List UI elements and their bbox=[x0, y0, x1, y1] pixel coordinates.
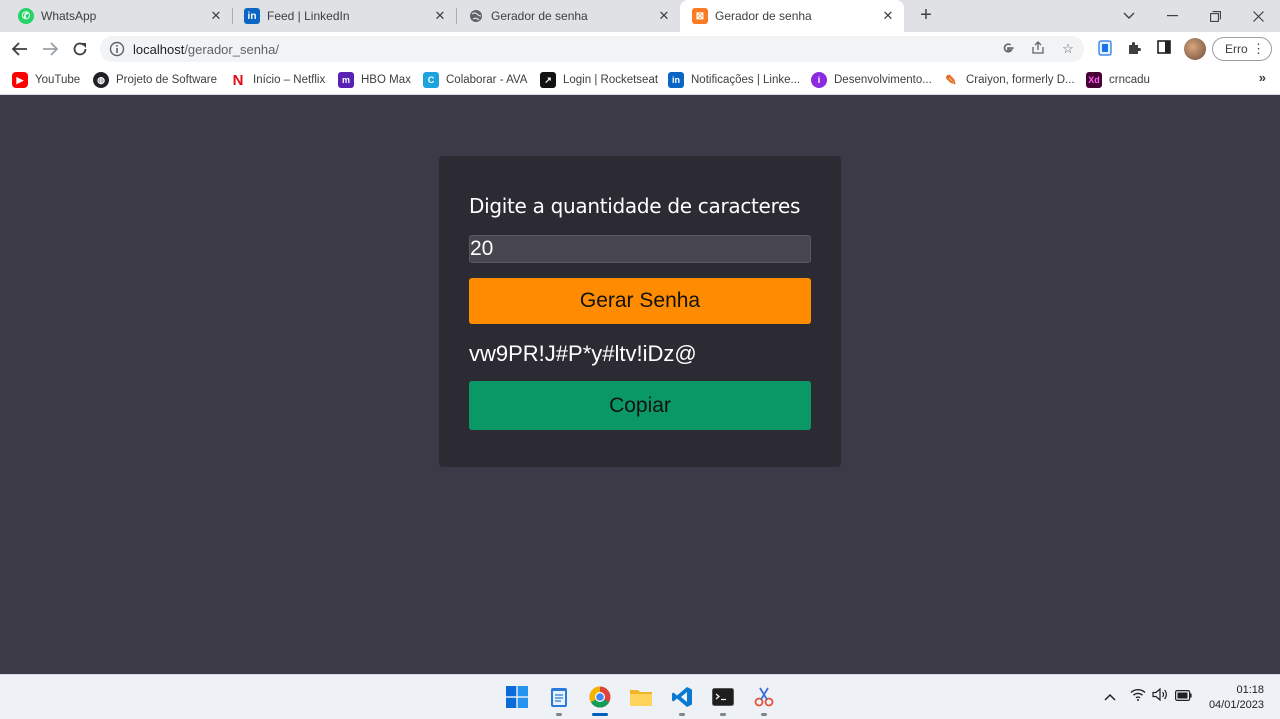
close-window-button[interactable] bbox=[1236, 0, 1280, 32]
forward-button[interactable] bbox=[36, 35, 64, 63]
linkedin-icon: in bbox=[668, 72, 684, 88]
tab-title: WhatsApp bbox=[41, 9, 97, 23]
running-indicator bbox=[556, 713, 562, 716]
address-bar[interactable]: localhost/gerador_senha/ ☆ bbox=[100, 36, 1084, 62]
puzzle-icon[interactable] bbox=[1125, 40, 1143, 58]
copy-button[interactable]: Copiar bbox=[469, 381, 811, 430]
new-tab-button[interactable]: + bbox=[914, 4, 938, 28]
minimize-button[interactable] bbox=[1150, 0, 1194, 32]
close-icon[interactable]: ✕ bbox=[656, 8, 672, 24]
wifi-icon[interactable] bbox=[1130, 688, 1146, 704]
bookmark-label: Projeto de Software bbox=[116, 74, 218, 86]
more-bookmarks-icon[interactable]: » bbox=[1259, 70, 1266, 85]
tab-title: Gerador de senha bbox=[715, 9, 812, 23]
tab-gerador-senha-active[interactable]: ⊠ Gerador de senha ✕ bbox=[680, 0, 904, 32]
bookmark-label: HBO Max bbox=[361, 74, 411, 86]
bookmark-netflix[interactable]: N Início – Netflix bbox=[230, 71, 326, 89]
extension-icon[interactable] bbox=[1096, 40, 1114, 58]
site-info-icon[interactable] bbox=[109, 41, 125, 57]
close-icon[interactable]: ✕ bbox=[208, 8, 224, 24]
rocketseat-icon: ↗ bbox=[540, 72, 556, 88]
bookmark-label: Desenvolvimento... bbox=[834, 74, 932, 86]
tab-title: Gerador de senha bbox=[491, 9, 588, 23]
globe-icon bbox=[468, 8, 484, 24]
tab-search-icon[interactable] bbox=[1107, 0, 1151, 32]
xd-icon: Xd bbox=[1086, 72, 1102, 88]
generated-password: vw9PR!J#P*y#ltv!iDz@ bbox=[469, 341, 697, 366]
bookmark-label: Notificações | Linke... bbox=[691, 74, 801, 86]
quantity-input[interactable] bbox=[469, 235, 811, 263]
bookmark-rocketseat[interactable]: ↗ Login | Rocketseat bbox=[540, 71, 658, 89]
system-clock[interactable]: 01:18 04/01/2023 bbox=[1209, 683, 1264, 713]
close-icon[interactable]: ✕ bbox=[432, 8, 448, 24]
terminal-icon[interactable] bbox=[710, 684, 736, 716]
bookmark-colaborar[interactable]: C Colaborar - AVA bbox=[423, 71, 527, 89]
dev-icon: i bbox=[811, 72, 827, 88]
menu-dots-icon[interactable]: ⋮ bbox=[1252, 41, 1265, 57]
bookmark-desenvolvimento[interactable]: i Desenvolvimento... bbox=[811, 71, 932, 89]
bookmark-label: Início – Netflix bbox=[253, 74, 326, 86]
battery-icon[interactable] bbox=[1175, 689, 1192, 704]
side-panel-icon[interactable] bbox=[1155, 40, 1173, 58]
hbomax-icon: m bbox=[338, 72, 354, 88]
google-icon[interactable] bbox=[1000, 41, 1016, 57]
url-text: localhost/gerador_senha/ bbox=[133, 42, 279, 57]
clock-time: 01:18 bbox=[1236, 684, 1264, 696]
tab-strip: ✆ WhatsApp ✕ in Feed | LinkedIn ✕ Gerado… bbox=[0, 0, 1280, 32]
tab-whatsapp[interactable]: ✆ WhatsApp ✕ bbox=[0, 0, 232, 32]
bookmark-label: Craiyon, formerly D... bbox=[966, 74, 1075, 86]
clock-date: 04/01/2023 bbox=[1208, 699, 1264, 711]
restore-button[interactable] bbox=[1193, 0, 1237, 32]
profile-error-label: Erro bbox=[1225, 42, 1248, 56]
pencil-icon: ✎ bbox=[945, 71, 957, 88]
bookmark-projeto-software[interactable]: ◍ Projeto de Software bbox=[93, 71, 217, 89]
bookmark-crncadu[interactable]: Xd crncadu bbox=[1086, 71, 1150, 89]
bookmark-youtube[interactable]: ▶ YouTube bbox=[12, 71, 80, 89]
tab-title: Feed | LinkedIn bbox=[267, 9, 350, 23]
tab-gerador-senha[interactable]: Gerador de senha ✕ bbox=[456, 0, 680, 32]
netflix-icon: N bbox=[232, 71, 244, 89]
generate-password-button[interactable]: Gerar Senha bbox=[469, 278, 811, 324]
active-indicator bbox=[592, 713, 608, 716]
bookmark-label: Login | Rocketseat bbox=[563, 74, 659, 86]
tab-linkedin[interactable]: in Feed | LinkedIn ✕ bbox=[232, 0, 456, 32]
running-indicator bbox=[720, 713, 726, 716]
page-content: Digite a quantidade de caracteres Gerar … bbox=[0, 96, 1280, 674]
bookmark-star-icon[interactable]: ☆ bbox=[1060, 41, 1076, 57]
profile-error-button[interactable]: Erro ⋮ bbox=[1212, 37, 1272, 61]
bookmark-label: Colaborar - AVA bbox=[446, 74, 528, 86]
youtube-icon: ▶ bbox=[12, 72, 28, 88]
linkedin-icon: in bbox=[244, 8, 260, 24]
back-button[interactable] bbox=[6, 35, 34, 63]
globe-icon: ◍ bbox=[93, 72, 109, 88]
running-indicator bbox=[761, 713, 767, 716]
xampp-icon: ⊠ bbox=[692, 8, 708, 24]
windows-taskbar: 01:18 04/01/2023 bbox=[0, 674, 1280, 719]
chevron-up-icon[interactable] bbox=[1104, 689, 1116, 704]
url-host: localhost bbox=[133, 42, 185, 57]
start-icon[interactable] bbox=[504, 684, 530, 710]
file-explorer-icon[interactable] bbox=[628, 684, 654, 710]
bookmark-label: crncadu bbox=[1109, 74, 1150, 86]
bookmark-label: YouTube bbox=[35, 74, 81, 86]
reload-button[interactable] bbox=[66, 35, 94, 63]
url-path: /gerador_senha/ bbox=[184, 42, 279, 57]
bookmarks-bar: ▶ YouTube ◍ Projeto de Software N Início… bbox=[0, 66, 1280, 95]
vscode-icon[interactable] bbox=[669, 684, 695, 716]
snipping-tool-icon[interactable] bbox=[751, 684, 777, 716]
close-icon[interactable]: ✕ bbox=[880, 8, 896, 24]
card-heading: Digite a quantidade de caracteres bbox=[469, 194, 801, 218]
bookmark-craiyon[interactable]: ✎ Craiyon, formerly D... bbox=[943, 71, 1075, 89]
notepad-icon[interactable] bbox=[546, 684, 572, 716]
bookmark-hbo-max[interactable]: m HBO Max bbox=[338, 71, 411, 89]
whatsapp-icon: ✆ bbox=[18, 8, 34, 24]
bookmark-notificacoes-linkedin[interactable]: in Notificações | Linke... bbox=[668, 71, 800, 89]
running-indicator bbox=[679, 713, 685, 716]
share-icon[interactable] bbox=[1030, 41, 1046, 57]
volume-icon[interactable] bbox=[1152, 687, 1168, 704]
colaborar-icon: C bbox=[423, 72, 439, 88]
password-generator-card: Digite a quantidade de caracteres Gerar … bbox=[439, 156, 841, 467]
profile-avatar[interactable] bbox=[1184, 38, 1206, 60]
chrome-icon[interactable] bbox=[587, 684, 613, 716]
